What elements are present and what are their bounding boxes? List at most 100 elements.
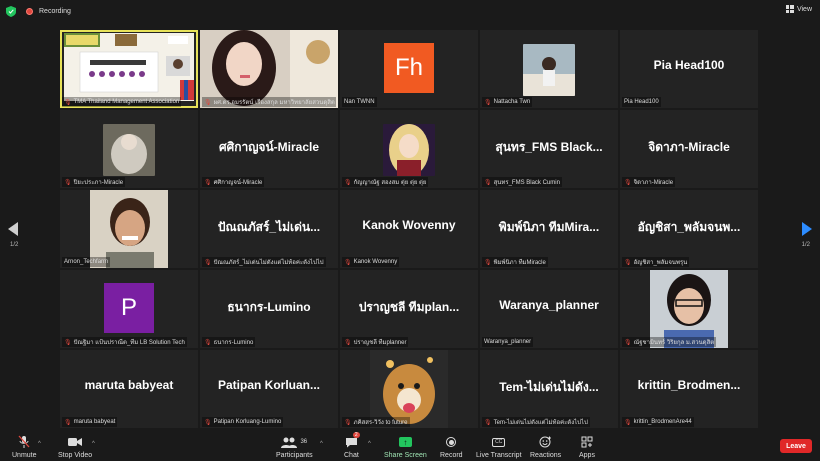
avatar: Fh xyxy=(384,43,434,93)
participant-name-label: Waranya_planner xyxy=(482,337,534,347)
leave-button[interactable]: Leave xyxy=(780,439,812,453)
microphone-muted-icon: 🎙 xyxy=(344,259,352,266)
participant-tile[interactable]: 🎙 กัญญาณัฐ สองสม ตุ่ย ตุ่ย ตุ่ย xyxy=(340,110,478,188)
avatar xyxy=(523,44,575,96)
stop-video-button[interactable]: Stop Video xyxy=(58,435,92,459)
participant-display-name: ศศิกาญจน์-Miracle xyxy=(218,140,320,154)
avatar xyxy=(383,124,435,176)
participant-tile[interactable]: Kanok Wovenny 🎙 Kanok Wovenny xyxy=(340,190,478,268)
recording-label: Recording xyxy=(39,7,71,15)
meeting-toolbar: Unmute ^ Stop Video ^ 36 Participants ^ xyxy=(0,431,820,461)
microphone-muted-icon xyxy=(18,435,30,448)
next-page-arrow-icon[interactable] xyxy=(802,222,812,236)
participant-name-label: 🎙 ปิยะประภา-Miracle xyxy=(62,177,126,187)
participant-tile[interactable]: อัญชิสา_พลัมจนพ... 🎙 อัญชิสา_พลัมจนพรุน xyxy=(620,190,758,268)
microphone-muted-icon: 🎙 xyxy=(64,179,72,186)
page-indicator-right: 1/2 xyxy=(801,242,810,248)
participant-name-label: 🎙 ธนากร-Lumino xyxy=(202,337,256,347)
microphone-muted-icon: 🎙 xyxy=(484,419,492,426)
chat-options-chevron-icon[interactable]: ^ xyxy=(368,441,371,447)
participant-tile[interactable]: maruta babyeat 🎙 maruta babyeat xyxy=(60,350,198,428)
microphone-muted-icon: 🎙 xyxy=(204,419,212,426)
grid-icon xyxy=(785,5,794,13)
share-screen-button[interactable]: ↑ Share Screen xyxy=(384,435,427,459)
participants-button[interactable]: 36 Participants xyxy=(276,435,313,459)
microphone-muted-icon: 🎙 xyxy=(624,339,632,346)
reactions-button[interactable]: Reactions xyxy=(530,435,561,459)
participant-tile[interactable]: 🎙 ผศ.ดร.อมรรัตน์ เรืองสกุล มหาวิทยาลัยสวน… xyxy=(200,30,338,108)
participant-name-label: 🎙 อัญชิสา_พลัมจนพรุน xyxy=(622,257,690,267)
audio-options-chevron-icon[interactable]: ^ xyxy=(38,441,41,447)
participant-tile[interactable]: Patipan Korluan... 🎙 Patipan Korluang-Lum… xyxy=(200,350,338,428)
participant-display-name: จิดาภา-Miracle xyxy=(648,140,730,154)
participant-display-name: พิมพ์นิภา ทีมMira... xyxy=(498,220,600,234)
chat-unread-badge: 2 xyxy=(352,432,360,438)
participant-name-label: 🎙 ปัณณภัสร์_ไม่เด่นไม่ดังแต่ไม่ท้อค่ะตังไ… xyxy=(202,257,326,267)
unmute-button[interactable]: Unmute xyxy=(12,435,37,459)
participant-name-label: 🎙 Kanok Wovenny xyxy=(342,257,400,267)
participant-name-label: 🎙 TMA Thailand Management Association xyxy=(62,97,182,107)
participant-name-label: 🎙 กัญญาณัฐ สองสม ตุ่ย ตุ่ย ตุ่ย xyxy=(342,177,429,187)
participant-tile[interactable]: ปราญชลี ทีมplan... 🎙 ปราญชลี ทีมplanner xyxy=(340,270,478,348)
participant-tile[interactable]: 🎙 ณัฐชามินทร์ วิริยกุล ม.สวนดุสิต xyxy=(620,270,758,348)
chat-button[interactable]: 2 Chat xyxy=(344,432,360,459)
participant-tile[interactable]: Tem-ไม่เด่นไม่ดัง... 🎙 Tem-ไม่เด่นไม่ดังแ… xyxy=(480,350,618,428)
participant-name-label: 🎙 maruta babyeat xyxy=(62,417,118,427)
participant-name-label: 🎙 จิดาภา-Miracle xyxy=(622,177,676,187)
participant-name-label: 🎙 Patipan Korluang-Lumino xyxy=(202,417,284,427)
participant-tile[interactable]: 🎙 ปิยะประภา-Miracle xyxy=(60,110,198,188)
participant-tile[interactable]: Arnon_Techfarm xyxy=(60,190,198,268)
participant-name-label: 🎙 Tem-ไม่เด่นไม่ดังแต่ไม่ท้อค่ะตังไปไป xyxy=(482,417,590,427)
participant-tile[interactable]: 🎙 TMA Thailand Management Association xyxy=(60,30,198,108)
participant-tile[interactable]: P 🎙 ปัณฐิมา แป้นปราณีต_ทีม LB Solution Te… xyxy=(60,270,198,348)
page-indicator-left: 1/2 xyxy=(10,242,19,248)
apps-button[interactable]: Apps xyxy=(579,435,595,459)
participant-tile[interactable]: 🎙 ภคิสสร-วิวัง to future xyxy=(340,350,478,428)
microphone-muted-icon: 🎙 xyxy=(204,339,212,346)
previous-page-arrow-icon[interactable] xyxy=(8,222,18,236)
avatar xyxy=(103,124,155,176)
microphone-muted-icon: 🎙 xyxy=(344,419,352,426)
participant-tile[interactable]: จิดาภา-Miracle 🎙 จิดาภา-Miracle xyxy=(620,110,758,188)
participant-name-label: 🎙 สุนทร_FMS Black Cumin xyxy=(482,177,562,187)
participant-tile[interactable]: ธนากร-Lumino 🎙 ธนากร-Lumino xyxy=(200,270,338,348)
participants-icon xyxy=(281,437,298,448)
share-screen-icon: ↑ xyxy=(398,437,412,447)
microphone-muted-icon: 🎙 xyxy=(204,179,212,186)
microphone-muted-icon: 🎙 xyxy=(484,179,492,186)
participant-tile[interactable]: Waranya_planner Waranya_planner xyxy=(480,270,618,348)
participant-name-label: Pia Head100 xyxy=(622,97,661,107)
participants-options-chevron-icon[interactable]: ^ xyxy=(320,441,323,447)
video-options-chevron-icon[interactable]: ^ xyxy=(92,441,95,447)
chat-icon xyxy=(345,437,357,447)
view-button[interactable]: View xyxy=(785,5,812,13)
view-label: View xyxy=(796,5,812,13)
participant-name-label: 🎙 Nattacha Twn xyxy=(482,97,533,107)
participant-tile[interactable]: ปัณณภัสร์_ไม่เด่น... 🎙 ปัณณภัสร์_ไม่เด่นไ… xyxy=(200,190,338,268)
participant-tile[interactable]: krittin_Brodmen... 🎙 krittin_BrodmenAre44 xyxy=(620,350,758,428)
microphone-muted-icon: 🎙 xyxy=(344,339,352,346)
participant-display-name: krittin_Brodmen... xyxy=(637,378,741,392)
live-transcript-button[interactable]: CC Live Transcript xyxy=(476,435,522,459)
microphone-muted-icon: 🎙 xyxy=(484,99,492,106)
apps-icon xyxy=(581,436,593,448)
microphone-muted-icon: 🎙 xyxy=(624,179,632,186)
closed-caption-icon: CC xyxy=(492,437,506,447)
participant-tile[interactable]: Pia Head100 Pia Head100 xyxy=(620,30,758,108)
participant-tile[interactable]: ศศิกาญจน์-Miracle 🎙 ศศิกาญจน์-Miracle xyxy=(200,110,338,188)
participant-tile[interactable]: พิมพ์นิภา ทีมMira... 🎙 พิมพ์นิภา ทีมMirac… xyxy=(480,190,618,268)
avatar: P xyxy=(104,283,154,333)
participant-tile[interactable]: Fh Nan TWNN xyxy=(340,30,478,108)
microphone-muted-icon: 🎙 xyxy=(64,419,72,426)
shield-icon[interactable] xyxy=(6,5,16,17)
participant-name-label: 🎙 ณัฐชามินทร์ วิริยกุล ม.สวนดุสิต xyxy=(622,337,717,347)
microphone-muted-icon: 🎙 xyxy=(64,339,72,346)
participant-display-name: อัญชิสา_พลัมจนพ... xyxy=(637,220,741,234)
top-bar: Recording View xyxy=(0,0,820,22)
participant-tile[interactable]: 🎙 Nattacha Twn xyxy=(480,30,618,108)
participant-name-label: 🎙 krittin_BrodmenAre44 xyxy=(622,417,694,427)
record-button[interactable]: Record xyxy=(440,435,463,459)
microphone-muted-icon: 🎙 xyxy=(624,419,632,426)
participant-tile[interactable]: สุนทร_FMS Black... 🎙 สุนทร_FMS Black Cumi… xyxy=(480,110,618,188)
participant-name-label: Nan TWNN xyxy=(342,97,377,107)
